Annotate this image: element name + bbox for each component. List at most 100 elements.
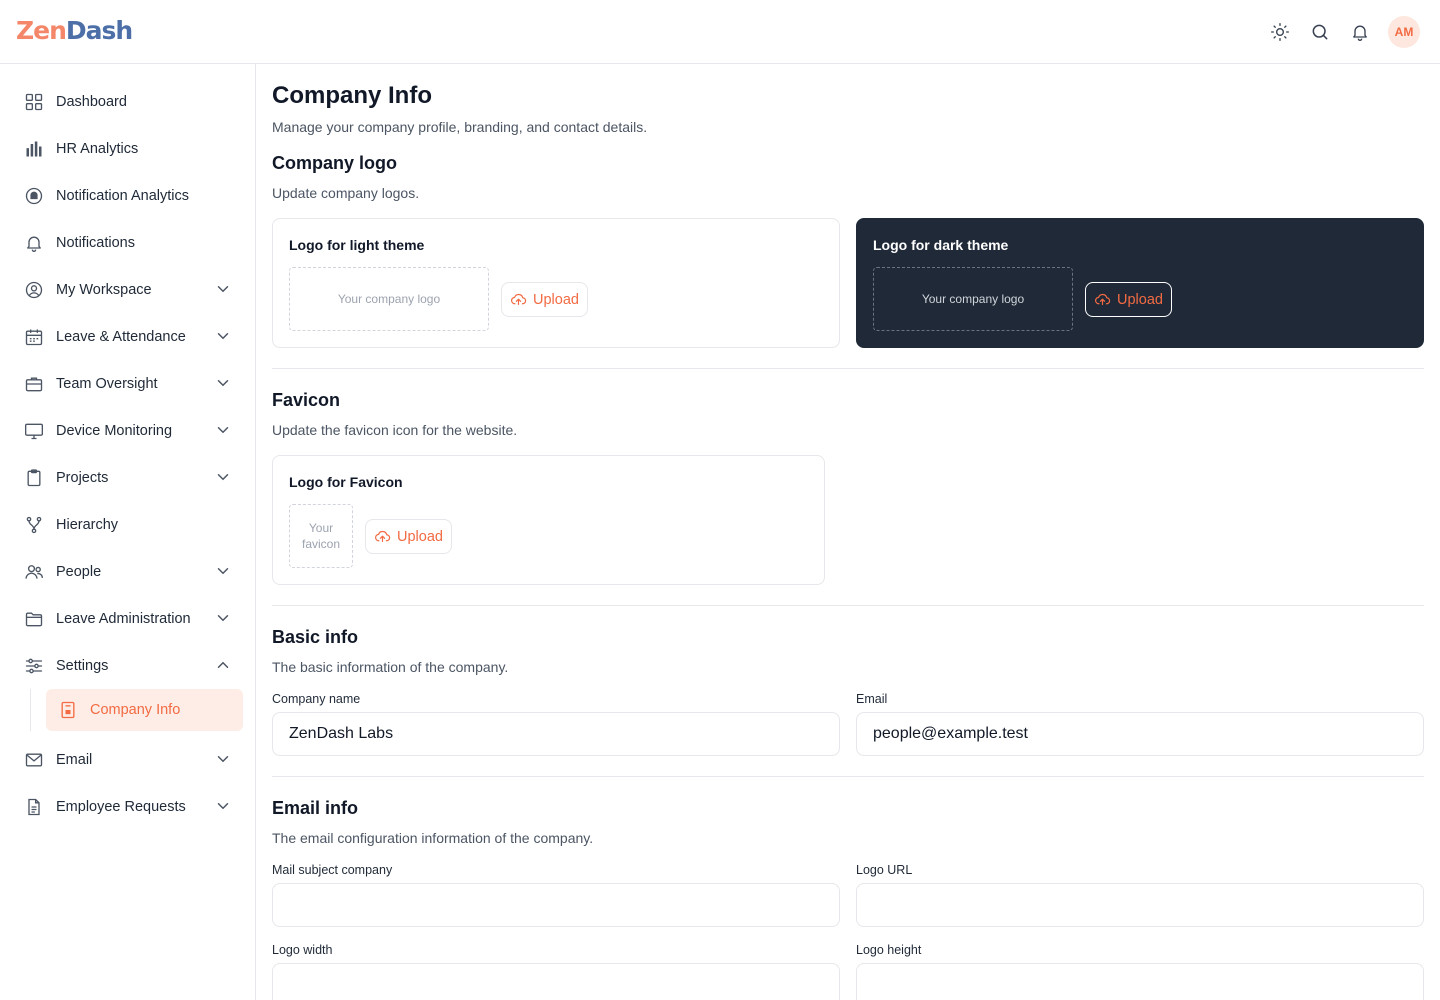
cloud-upload-icon <box>511 293 527 306</box>
mail-subject-label: Mail subject company <box>272 863 393 877</box>
favicon-card-title: Logo for Favicon <box>289 474 403 490</box>
upload-button-label: Upload <box>1117 291 1163 308</box>
sidebar-subitem-company-info[interactable]: Company Info <box>46 689 243 731</box>
page-title: Company Info <box>272 82 432 109</box>
notifications-button[interactable] <box>1344 16 1376 48</box>
chevron-down-icon[interactable] <box>214 280 232 298</box>
sidebar-item-device-monitoring[interactable]: Device Monitoring <box>0 407 255 454</box>
email-label: Email <box>856 692 888 706</box>
dark-logo-upload-button[interactable]: Upload <box>1085 282 1172 317</box>
brand-logo-part2: Dash <box>65 16 133 45</box>
sidebar-item-label: Leave & Attendance <box>56 328 186 345</box>
search-button[interactable] <box>1304 16 1336 48</box>
favicon-dropzone[interactable]: Your favicon <box>289 504 353 568</box>
favicon-placeholder-line2: favicon <box>301 537 341 551</box>
company-logo-section-subtitle: Update company logos. <box>272 185 420 201</box>
dark-logo-dropzone[interactable]: Your company logo <box>873 267 1073 331</box>
chevron-down-icon[interactable] <box>214 421 232 439</box>
folder-icon <box>25 612 43 626</box>
email-info-section-subtitle: The email configuration information of t… <box>272 830 594 846</box>
brand-logo[interactable]: ZenDash <box>16 16 133 50</box>
sidebar-item-label: Dashboard <box>56 93 127 110</box>
chevron-down-icon[interactable] <box>214 562 232 580</box>
sliders-icon <box>25 658 43 673</box>
chevron-down-icon[interactable] <box>214 750 232 768</box>
light-logo-card: Logo for light theme Your company logo U… <box>272 218 840 348</box>
chevron-down-icon[interactable] <box>214 609 232 627</box>
dark-logo-card: Logo for dark theme Your company logo Up… <box>856 218 1424 348</box>
chevron-down-icon[interactable] <box>214 468 232 486</box>
sidebar-item-leave-administration[interactable]: Leave Administration <box>0 595 255 642</box>
user-avatar[interactable]: AM <box>1388 16 1420 48</box>
brand-logo-part1: Zen <box>16 16 67 45</box>
people-icon <box>25 564 44 579</box>
chevron-up-icon[interactable] <box>214 656 232 674</box>
sidebar-item-label: Projects <box>56 469 109 486</box>
chevron-down-icon[interactable] <box>214 374 232 392</box>
logo-url-input[interactable] <box>856 883 1424 927</box>
sidebar-item-hierarchy[interactable]: Hierarchy <box>0 501 255 548</box>
document-icon <box>28 798 40 815</box>
bar-chart-icon <box>26 141 42 156</box>
sidebar-item-label: Employee Requests <box>56 798 186 815</box>
sidebar-item-label: Email <box>56 751 93 768</box>
cloud-upload-icon <box>375 530 391 543</box>
top-actions: AM <box>1264 16 1420 48</box>
sidebar-item-label: Leave Administration <box>56 610 191 627</box>
sidebar-item-settings[interactable]: Settings <box>0 642 255 689</box>
sidebar-item-leave-attendance[interactable]: Leave & Attendance <box>0 313 255 360</box>
sidebar-item-label: Hierarchy <box>56 516 119 533</box>
section-divider <box>272 605 1424 606</box>
favicon-upload-button[interactable]: Upload <box>365 519 452 554</box>
chevron-down-icon[interactable] <box>214 327 232 345</box>
mail-icon <box>25 753 43 766</box>
dark-logo-card-title: Logo for dark theme <box>873 237 1009 253</box>
sidebar-item-label: Notifications <box>56 234 135 251</box>
light-logo-upload-button[interactable]: Upload <box>501 282 588 317</box>
theme-toggle-button[interactable] <box>1264 16 1296 48</box>
sidebar-item-notifications[interactable]: Notifications <box>0 219 255 266</box>
cloud-upload-icon <box>1095 293 1111 306</box>
sidebar-item-label: Device Monitoring <box>56 422 173 439</box>
bell-icon <box>1353 25 1367 41</box>
sidebar-item-label: People <box>56 563 102 580</box>
briefcase-icon <box>25 377 43 391</box>
sidebar-subitem-label: Company Info <box>90 702 181 718</box>
logo-width-label: Logo width <box>272 943 333 957</box>
light-logo-dropzone[interactable]: Your company logo <box>289 267 489 331</box>
user-circle-icon <box>25 281 43 298</box>
sidebar-item-notification-analytics[interactable]: Notification Analytics <box>0 172 255 219</box>
logo-width-input[interactable] <box>272 963 840 1000</box>
favicon-section-title: Favicon <box>272 390 341 410</box>
sidebar-item-my-workspace[interactable]: My Workspace <box>0 266 255 313</box>
bell-icon <box>27 236 41 252</box>
sidebar-item-label: Settings <box>56 657 109 674</box>
sidebar-item-employee-requests[interactable]: Employee Requests <box>0 783 255 830</box>
monitor-icon <box>25 423 43 439</box>
company-name-label: Company name <box>272 692 361 706</box>
bell-circle-icon <box>25 187 43 204</box>
basic-info-section-title: Basic info <box>272 627 359 647</box>
sidebar-item-people[interactable]: People <box>0 548 255 595</box>
sidebar-item-label: My Workspace <box>56 281 152 298</box>
sidebar-item-team-oversight[interactable]: Team Oversight <box>0 360 255 407</box>
logo-height-label: Logo height <box>856 943 922 957</box>
sidebar-item-dashboard[interactable]: Dashboard <box>0 78 255 125</box>
sidebar-item-email[interactable]: Email <box>0 736 255 783</box>
sidebar-item-hr-analytics[interactable]: HR Analytics <box>0 125 255 172</box>
light-logo-card-title: Logo for light theme <box>289 237 425 253</box>
mail-subject-input[interactable] <box>272 883 840 927</box>
top-bar: ZenDash AM <box>0 0 1440 64</box>
search-icon <box>1312 24 1328 40</box>
company-icon <box>61 701 75 719</box>
email-input[interactable]: people@example.test <box>856 712 1424 756</box>
basic-info-section-subtitle: The basic information of the company. <box>272 659 509 675</box>
grid-icon <box>25 93 43 110</box>
page-subtitle: Manage your company profile, branding, a… <box>272 119 648 135</box>
company-name-input[interactable]: ZenDash Labs <box>272 712 840 756</box>
sidebar-item-label: Team Oversight <box>56 375 158 392</box>
logo-height-input[interactable] <box>856 963 1424 1000</box>
chevron-down-icon[interactable] <box>214 797 232 815</box>
sidebar: Dashboard HR Analytics Notification Anal… <box>0 64 256 1000</box>
sidebar-item-projects[interactable]: Projects <box>0 454 255 501</box>
